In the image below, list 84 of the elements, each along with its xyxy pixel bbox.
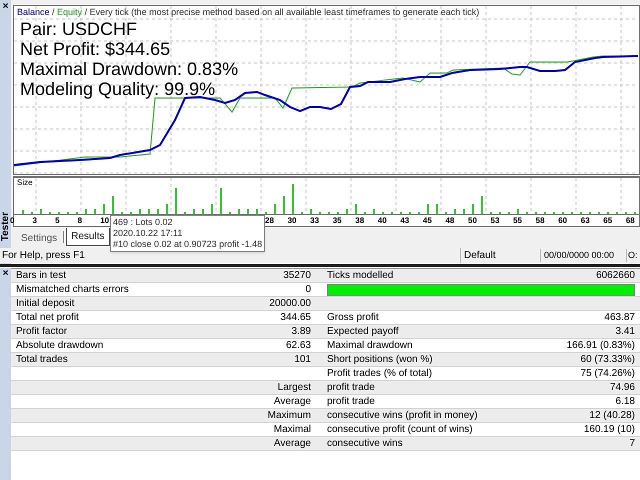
stat-value: 166.91 (0.83%) (566, 339, 635, 352)
status-text: O: (626, 248, 638, 262)
chart-overlay-text: Modeling Quality: 99.9% (20, 79, 216, 99)
chart-overlay-text: Maximal Drawdown: 0.83% (20, 59, 238, 79)
stat-value: 20000.00 (269, 297, 311, 310)
stat-value: 160.19 (10) (584, 423, 635, 436)
tooltip-text: 469 : Lots 0.02 (113, 217, 174, 228)
stat-label: Mismatched charts errors (16, 283, 129, 296)
axis-tick-label: 53 (490, 215, 500, 226)
axis-tick-label: 3 (32, 215, 37, 226)
tab[interactable]: Results (66, 228, 110, 246)
axis-tick-label: 50 (468, 215, 477, 226)
stat-label: profit trade (327, 395, 375, 408)
stat-label: Maximal (274, 423, 311, 436)
stat-label: Profit trades (% of total) (327, 367, 432, 380)
stat-label: Absolute drawdown (16, 339, 104, 352)
tooltip-text: 2020.10.22 17:11 (113, 228, 184, 239)
stat-value: 3.41 (616, 325, 635, 338)
axis-tick-label: 48 (445, 215, 454, 226)
stat-label: Maximum (268, 409, 311, 422)
stat-label: Largest (278, 381, 311, 394)
axis-tick-label: 55 (513, 215, 522, 226)
axis-tick-label: 63 (580, 215, 590, 226)
stat-label: Initial deposit (16, 297, 74, 310)
stat-value: 101 (294, 353, 311, 366)
stat-value: 62.63 (286, 339, 311, 352)
stat-label: Profit factor (16, 325, 68, 338)
close-icon[interactable]: × (2, 269, 8, 279)
stat-value: 75 (74.26%) (580, 367, 635, 380)
axis-tick-label: 40 (378, 215, 387, 226)
legend-separator: / (51, 7, 56, 18)
legend-label: Balance (17, 7, 50, 18)
axis-tick-label: 10 (100, 215, 110, 226)
chart-overlay-text: Net Profit: $344.65 (20, 39, 172, 59)
stat-label: consecutive wins (profit in money) (327, 409, 478, 422)
axis-tick-label: 43 (400, 215, 410, 226)
close-icon[interactable]: × (2, 2, 8, 12)
stat-label: Bars in test (16, 269, 66, 282)
stat-value: 74.96 (610, 381, 635, 394)
stat-label: consecutive wins (327, 437, 403, 450)
stat-value: 6.18 (616, 395, 635, 408)
stat-value: 12 (40.28) (589, 409, 635, 422)
stat-value: 3.89 (292, 325, 311, 338)
axis-tick-label: 5 (55, 215, 60, 226)
axis-tick-label: 60 (558, 215, 568, 226)
chart-overlay-text: Pair: USDCHF (20, 19, 138, 39)
stat-value: 6062660 (596, 269, 635, 282)
stat-label: Total net profit (16, 311, 79, 324)
stat-label: Maximal drawdown (327, 339, 413, 352)
status-text: For Help, press F1 (1, 249, 86, 263)
axis-tick-label: 68 (626, 215, 635, 226)
stat-label: Expected payoff (327, 325, 399, 338)
axis-tick-label: 45 (422, 215, 432, 226)
stat-value: 344.65 (280, 311, 311, 324)
panel-title: Tester (0, 212, 11, 242)
status-text: Default (460, 248, 540, 263)
axis-tick-label: 33 (310, 215, 320, 226)
stat-label: Total trades (16, 353, 68, 366)
chart-description: / Every tick (the most precise method based on all available least timeframes to generate each tick) (84, 7, 480, 18)
tab[interactable]: Settings (17, 230, 62, 246)
axis-tick-label: 28 (265, 215, 274, 226)
axis-tick-label: 35 (332, 215, 342, 226)
axis-tick-label: 30 (288, 215, 296, 226)
stat-label: profit trade (327, 381, 375, 394)
stat-label: Average (274, 437, 311, 450)
status-text: 00/00/0000 00:00 (540, 248, 626, 262)
axis-tick-label: 0 (10, 215, 14, 226)
stat-value: 7 (629, 437, 635, 450)
axis-tick-label: 58 (536, 215, 545, 226)
stat-value: 60 (73.33%) (580, 353, 635, 366)
tooltip-text: #10 close 0.02 at 0.90723 profit -1.48 (113, 239, 262, 250)
axis-tick-label: 65 (603, 215, 612, 226)
axis-tick-label: 8 (78, 215, 82, 226)
stat-label: Average (274, 395, 311, 408)
stat-label: consecutive profit (count of wins) (327, 423, 473, 436)
stat-value: 35270 (283, 269, 311, 282)
legend-label: Equity (57, 7, 82, 18)
stat-value: 0 (305, 283, 311, 296)
histogram-label: Size (17, 179, 33, 187)
stat-label: Short positions (won %) (327, 353, 433, 366)
axis-tick-label: 38 (355, 215, 364, 226)
stat-label: Ticks modelled (327, 269, 394, 282)
stat-value: 463.87 (604, 311, 635, 324)
stat-label: Gross profit (327, 311, 379, 324)
